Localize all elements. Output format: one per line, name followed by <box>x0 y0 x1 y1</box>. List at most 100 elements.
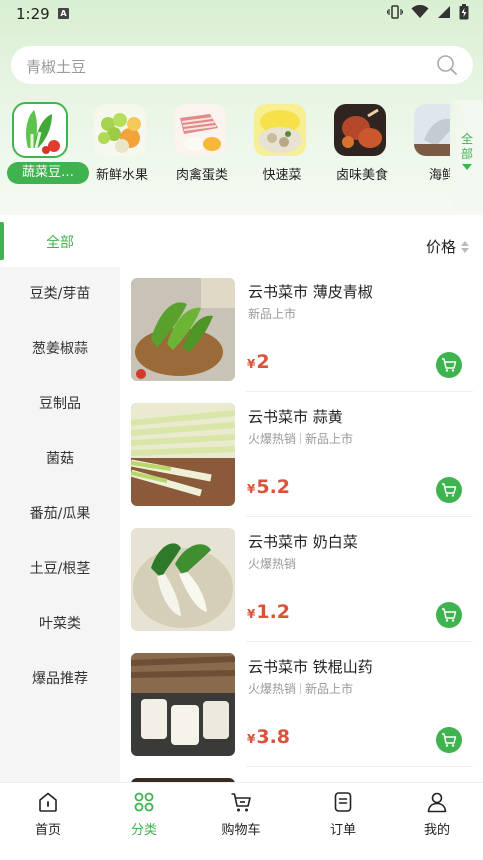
sidebar-item-all-label: 全部 <box>46 235 74 251</box>
price-sort-label: 价格 <box>425 238 456 256</box>
nav-profile-label: 我的 <box>423 823 450 838</box>
nav-profile[interactable]: 我的 <box>389 791 483 838</box>
nav-category[interactable]: 分类 <box>96 791 192 838</box>
cart-icon <box>442 733 457 747</box>
fruit-grapes-icon <box>92 102 148 158</box>
sidebar-item-tofu[interactable]: 豆制品 <box>0 377 120 432</box>
product-tag: 新品上市 <box>248 307 297 321</box>
bottom-navigation: 首页 分类 购物车 订单 我的 <box>0 782 483 860</box>
product-tag: 新品上市 <box>305 682 354 696</box>
price-value: 1.2 <box>256 601 291 623</box>
product-image-garlic-chives[interactable] <box>131 403 235 506</box>
status-icons <box>387 4 469 20</box>
notification-a-icon: A <box>58 8 69 19</box>
product-card[interactable]: 云书菜市 蒜黄 火爆热销 新品上市 ¥5.2 <box>120 392 483 517</box>
product-card[interactable]: 云书菜市 铁棍山药 火爆热销 新品上市 ¥3.8 <box>120 642 483 767</box>
product-tag: 新品上市 <box>305 432 354 446</box>
product-image-chinese-yam[interactable] <box>131 653 235 756</box>
product-tags: 火爆热销 新品上市 <box>248 430 353 447</box>
nav-home[interactable]: 首页 <box>0 791 96 838</box>
price-value: 2 <box>256 351 270 373</box>
add-to-cart-button[interactable] <box>436 477 462 503</box>
vegetable-bok-choy-icon <box>12 102 68 158</box>
cart-icon <box>231 793 251 812</box>
profile-icon <box>427 792 447 813</box>
search-bar[interactable]: 青椒土豆 <box>11 46 473 84</box>
nav-home-label: 首页 <box>34 823 61 838</box>
category-label: 卤味美食 <box>335 168 388 183</box>
product-tag: 火爆热销 <box>248 432 297 446</box>
quick-dish-icon <box>252 102 308 158</box>
sidebar-item-onion-ginger[interactable]: 葱姜椒蒜 <box>0 322 120 377</box>
currency-symbol: ¥ <box>247 357 256 371</box>
product-price: ¥1.2 <box>247 601 290 623</box>
sort-icon <box>461 240 469 253</box>
search-placeholder[interactable]: 青椒土豆 <box>26 56 86 77</box>
nav-cart-label: 购物车 <box>221 823 261 838</box>
product-price: ¥5.2 <box>247 476 290 498</box>
product-card[interactable]: 云书菜市 奶白菜 火爆热销 ¥1.2 <box>120 517 483 642</box>
product-name: 云书菜市 蒜黄 <box>248 408 343 426</box>
sidebar-item-beans-sprouts[interactable]: 豆类/芽苗 <box>0 267 120 322</box>
category-label: 快速菜 <box>262 168 302 183</box>
category-label: 蔬菜豆… <box>7 162 89 184</box>
product-name: 云书菜市 奶白菜 <box>248 533 358 551</box>
category-label: 海鲜 <box>428 168 450 183</box>
all-categories-label: 全部 <box>460 132 473 161</box>
currency-symbol: ¥ <box>247 732 256 746</box>
category-strip: 蔬菜豆… 新鲜水果 肉禽蛋类 快速菜 卤味美食 海鲜 <box>0 100 450 190</box>
signal-icon <box>438 6 450 18</box>
add-to-cart-button[interactable] <box>436 352 462 378</box>
sidebar-item-all[interactable]: 全部 <box>0 215 120 267</box>
meat-egg-icon <box>172 102 228 158</box>
chevron-down-icon <box>462 164 472 170</box>
product-image-bok-choy[interactable] <box>131 528 235 631</box>
product-tag: 火爆热销 <box>248 682 297 696</box>
product-image-green-pepper[interactable] <box>131 278 235 381</box>
currency-symbol: ¥ <box>247 607 256 621</box>
product-price: ¥3.8 <box>247 726 290 748</box>
product-tags: 新品上市 <box>248 305 296 322</box>
category-icon <box>134 792 154 812</box>
product-tags: 火爆热销 新品上市 <box>248 680 353 697</box>
product-card[interactable]: 云书菜市 薄皮青椒 新品上市 ¥2 <box>120 267 483 392</box>
cart-icon <box>442 608 457 622</box>
product-list: 云书菜市 薄皮青椒 新品上市 ¥2 云书菜市 蒜黄 火爆热销 新品上市 ¥5.2… <box>120 267 483 782</box>
add-to-cart-button[interactable] <box>436 727 462 753</box>
nav-orders-label: 订单 <box>329 823 356 838</box>
product-tags: 火爆热销 <box>248 555 296 572</box>
tag-separator <box>300 433 302 444</box>
battery-icon <box>459 4 469 20</box>
price-value: 3.8 <box>256 726 291 748</box>
category-label: 肉禽蛋类 <box>175 168 228 183</box>
cart-icon <box>442 483 457 497</box>
sidebar-item-mushrooms[interactable]: 菌菇 <box>0 432 120 487</box>
nav-orders[interactable]: 订单 <box>295 791 391 838</box>
status-time: 1:29 <box>16 5 50 23</box>
sidebar-item-tomato-melons[interactable]: 番茄/瓜果 <box>0 487 120 542</box>
product-name: 云书菜市 铁棍山药 <box>248 658 373 676</box>
sidebar-item-potato-roots[interactable]: 土豆/根茎 <box>0 542 120 597</box>
vibrate-icon <box>387 5 403 19</box>
product-name: 云书菜市 薄皮青椒 <box>248 283 373 301</box>
sidebar-item-hot-picks[interactable]: 爆品推荐 <box>0 652 120 707</box>
nav-cart[interactable]: 购物车 <box>193 791 289 838</box>
nav-category-label: 分类 <box>130 823 157 838</box>
all-categories-button[interactable]: 全部 <box>450 100 483 210</box>
product-price: ¥2 <box>247 351 270 373</box>
status-bar: 1:29 A <box>0 0 483 28</box>
sidebar-item-leafy-greens[interactable]: 叶菜类 <box>0 597 120 652</box>
currency-symbol: ¥ <box>247 482 256 496</box>
subcategory-sidebar: 豆类/芽苗 葱姜椒蒜 豆制品 菌菇 番茄/瓜果 土豆/根茎 叶菜类 爆品推荐 <box>0 267 120 782</box>
add-to-cart-button[interactable] <box>436 602 462 628</box>
seafood-icon <box>412 102 450 158</box>
price-sort-button[interactable]: 价格 <box>426 236 469 257</box>
category-label: 新鲜水果 <box>95 168 148 183</box>
product-card-partial[interactable] <box>120 767 483 782</box>
home-icon <box>39 792 57 812</box>
order-icon <box>334 792 352 812</box>
tag-separator <box>300 683 302 694</box>
search-icon[interactable] <box>436 54 458 76</box>
price-value: 5.2 <box>256 476 291 498</box>
wifi-icon <box>411 5 429 18</box>
